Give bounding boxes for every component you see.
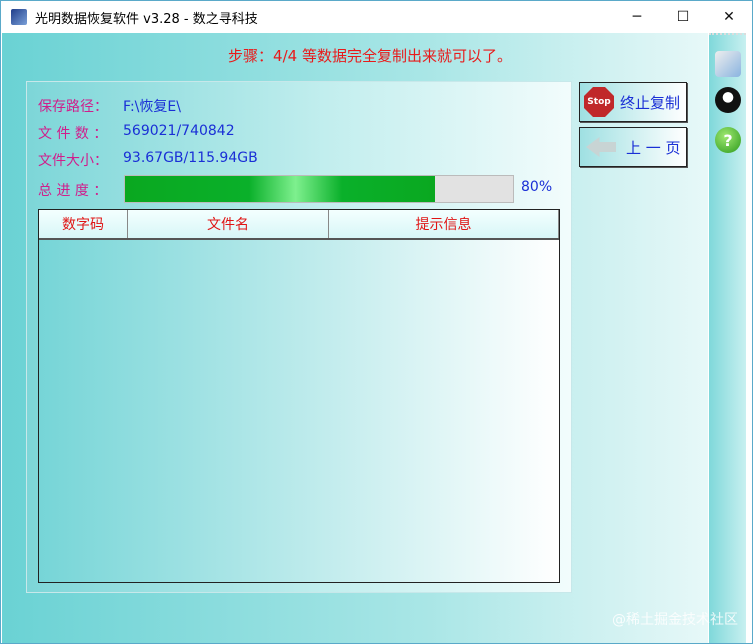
- path-label: 保存路径：: [38, 99, 108, 115]
- copy-panel: 保存路径： F:\恢复E\ 文 件 数 ： 569021/740842 文件大小： 9…: [26, 81, 572, 593]
- right-sidebar: ?: [709, 33, 746, 643]
- app-window: 光明数据恢复软件 v3.28 - 数之寻科技 ─ ☐ ✕ 步骤：4/4 等数据完…: [0, 0, 753, 644]
- back-arrow-icon: [586, 137, 616, 157]
- column-header-filename[interactable]: 文件名: [128, 210, 329, 238]
- stop-icon: Stop: [584, 87, 614, 117]
- qq-penguin-icon[interactable]: [715, 87, 741, 113]
- window-title: 光明数据恢复软件 v3.28 - 数之寻科技: [35, 11, 258, 27]
- progress-bar: [124, 175, 514, 203]
- settings-icon[interactable]: [715, 51, 741, 77]
- step-message: 步骤：4/4 等数据完全复制出来就可以了。: [228, 47, 512, 65]
- table-header: 数字码 文件名 提示信息: [39, 210, 559, 240]
- progress-label: 总 进 度 ：: [38, 183, 108, 199]
- maximize-button[interactable]: ☐: [660, 1, 706, 33]
- file-count-value: 569021/740842: [123, 123, 235, 139]
- column-header-message[interactable]: 提示信息: [329, 210, 559, 238]
- previous-page-button[interactable]: 上 一 页: [579, 127, 687, 167]
- progress-percent: 80%: [521, 179, 553, 195]
- stop-copy-button[interactable]: Stop 终止复制: [579, 82, 687, 122]
- file-size-value: 93.67GB/115.94GB: [123, 150, 258, 166]
- stop-copy-label: 终止复制: [620, 93, 681, 112]
- watermark: @稀土掘金技术社区: [612, 612, 738, 628]
- title-bar: 光明数据恢复软件 v3.28 - 数之寻科技 ─ ☐ ✕: [1, 1, 752, 33]
- app-icon: [11, 9, 27, 25]
- path-value: F:\恢复E\: [123, 99, 181, 115]
- help-icon[interactable]: ?: [715, 127, 741, 153]
- previous-page-label: 上 一 页: [626, 138, 681, 157]
- file-count-label: 文 件 数 ：: [38, 126, 108, 142]
- minimize-button[interactable]: ─: [614, 1, 660, 33]
- client-area: 步骤：4/4 等数据完全复制出来就可以了。 保存路径： F:\恢复E\ 文 件 数…: [2, 33, 708, 643]
- column-header-code[interactable]: 数字码: [39, 210, 128, 238]
- file-size-label: 文件大小：: [38, 153, 108, 169]
- file-table: 数字码 文件名 提示信息: [38, 209, 560, 583]
- progress-fill: [125, 176, 436, 202]
- close-button[interactable]: ✕: [706, 1, 752, 33]
